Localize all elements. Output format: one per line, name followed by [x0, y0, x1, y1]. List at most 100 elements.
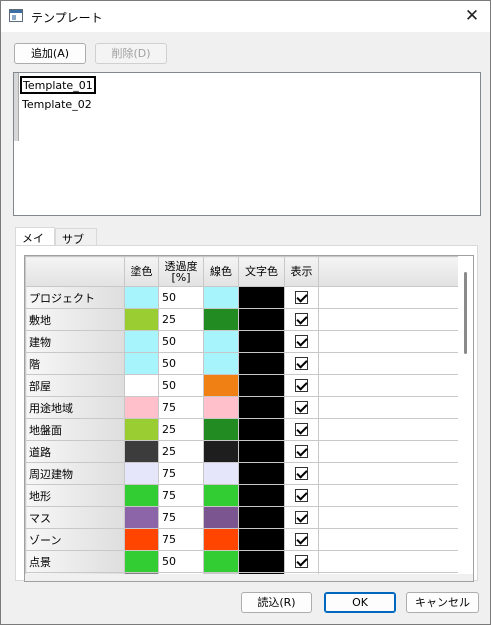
line-color-swatch[interactable]: [203, 440, 239, 463]
checkmark-icon[interactable]: [295, 555, 308, 568]
fill-color-swatch[interactable]: [124, 484, 159, 507]
line-color-swatch[interactable]: [203, 374, 239, 397]
checkmark-icon[interactable]: [295, 489, 308, 502]
table-row[interactable]: 地盤面 25: [25, 418, 461, 441]
visible-checkbox[interactable]: [284, 308, 319, 331]
line-color-swatch[interactable]: [203, 308, 239, 331]
table-row[interactable]: 道路 25: [25, 440, 461, 463]
transparency-cell[interactable]: 25: [158, 308, 204, 331]
visible-checkbox[interactable]: [284, 440, 319, 463]
visible-checkbox[interactable]: [284, 352, 319, 375]
table-row[interactable]: マス 75: [25, 506, 461, 529]
visible-checkbox[interactable]: [284, 330, 319, 353]
transparency-cell[interactable]: 50: [158, 286, 204, 309]
fill-color-swatch[interactable]: [124, 330, 159, 353]
line-color-swatch[interactable]: [203, 484, 239, 507]
text-color-swatch[interactable]: [238, 440, 285, 463]
text-color-swatch[interactable]: [238, 286, 285, 309]
transparency-cell[interactable]: 25: [158, 440, 204, 463]
checkmark-icon[interactable]: [295, 533, 308, 546]
close-button[interactable]: ✕: [460, 5, 484, 27]
visible-checkbox[interactable]: [284, 528, 319, 551]
fill-color-swatch[interactable]: [124, 550, 159, 573]
checkmark-icon[interactable]: [295, 445, 308, 458]
text-color-swatch[interactable]: [238, 396, 285, 419]
transparency-cell[interactable]: 75: [158, 506, 204, 529]
text-color-swatch[interactable]: [238, 484, 285, 507]
line-color-swatch[interactable]: [203, 462, 239, 485]
transparency-cell[interactable]: 75: [158, 484, 204, 507]
fill-color-swatch[interactable]: [124, 440, 159, 463]
horizontal-scrollbar[interactable]: [25, 574, 473, 581]
checkmark-icon[interactable]: [295, 379, 308, 392]
fill-color-swatch[interactable]: [124, 462, 159, 485]
visible-checkbox[interactable]: [284, 506, 319, 529]
checkmark-icon[interactable]: [295, 291, 308, 304]
add-button[interactable]: 追加(A): [14, 43, 86, 64]
delete-button[interactable]: 削除(D): [95, 43, 167, 64]
ok-button[interactable]: OK: [324, 592, 396, 613]
table-row[interactable]: 建物 50: [25, 330, 461, 353]
fill-color-swatch[interactable]: [124, 374, 159, 397]
transparency-cell[interactable]: 50: [158, 374, 204, 397]
fill-color-swatch[interactable]: [124, 396, 159, 419]
table-row[interactable]: 地形 75: [25, 484, 461, 507]
checkmark-icon[interactable]: [295, 423, 308, 436]
line-color-swatch[interactable]: [203, 286, 239, 309]
fill-color-swatch[interactable]: [124, 506, 159, 529]
text-color-swatch[interactable]: [238, 506, 285, 529]
template-list[interactable]: Template_01 Template_02: [13, 72, 481, 216]
table-row[interactable]: 階 50: [25, 352, 461, 375]
read-button[interactable]: 読込(R): [241, 592, 312, 613]
text-color-swatch[interactable]: [238, 308, 285, 331]
table-row[interactable]: プロジェクト 50: [25, 286, 461, 309]
text-color-swatch[interactable]: [238, 374, 285, 397]
checkmark-icon[interactable]: [295, 467, 308, 480]
fill-color-swatch[interactable]: [124, 286, 159, 309]
line-color-swatch[interactable]: [203, 418, 239, 441]
table-row[interactable]: 周辺建物 75: [25, 462, 461, 485]
template-item-2[interactable]: Template_02: [20, 96, 94, 114]
text-color-swatch[interactable]: [238, 418, 285, 441]
vertical-scrollbar[interactable]: [458, 256, 473, 581]
scrollbar-thumb[interactable]: [464, 272, 467, 354]
text-color-swatch[interactable]: [238, 462, 285, 485]
visible-checkbox[interactable]: [284, 396, 319, 419]
text-color-swatch[interactable]: [238, 528, 285, 551]
visible-checkbox[interactable]: [284, 418, 319, 441]
visible-checkbox[interactable]: [284, 374, 319, 397]
transparency-cell[interactable]: 75: [158, 528, 204, 551]
tab-sub[interactable]: サブ: [55, 228, 97, 246]
fill-color-swatch[interactable]: [124, 352, 159, 375]
checkmark-icon[interactable]: [295, 335, 308, 348]
table-row[interactable]: 点景 50: [25, 550, 461, 573]
transparency-cell[interactable]: 75: [158, 396, 204, 419]
fill-color-swatch[interactable]: [124, 418, 159, 441]
cancel-button[interactable]: キャンセル: [406, 592, 479, 613]
checkmark-icon[interactable]: [295, 357, 308, 370]
line-color-swatch[interactable]: [203, 396, 239, 419]
table-row[interactable]: ゾーン 75: [25, 528, 461, 551]
fill-color-swatch[interactable]: [124, 308, 159, 331]
table-row[interactable]: 部屋 50: [25, 374, 461, 397]
line-color-swatch[interactable]: [203, 550, 239, 573]
checkmark-icon[interactable]: [295, 313, 308, 326]
table-row[interactable]: 用途地域 75: [25, 396, 461, 419]
tab-main[interactable]: メイン: [15, 227, 55, 261]
checkmark-icon[interactable]: [295, 511, 308, 524]
visible-checkbox[interactable]: [284, 462, 319, 485]
transparency-cell[interactable]: 50: [158, 352, 204, 375]
transparency-cell[interactable]: 75: [158, 462, 204, 485]
template-item-1[interactable]: Template_01: [20, 76, 96, 94]
line-color-swatch[interactable]: [203, 506, 239, 529]
text-color-swatch[interactable]: [238, 352, 285, 375]
text-color-swatch[interactable]: [238, 550, 285, 573]
transparency-cell[interactable]: 50: [158, 330, 204, 353]
checkmark-icon[interactable]: [295, 401, 308, 414]
visible-checkbox[interactable]: [284, 550, 319, 573]
line-color-swatch[interactable]: [203, 528, 239, 551]
line-color-swatch[interactable]: [203, 330, 239, 353]
transparency-cell[interactable]: 25: [158, 418, 204, 441]
visible-checkbox[interactable]: [284, 286, 319, 309]
text-color-swatch[interactable]: [238, 330, 285, 353]
